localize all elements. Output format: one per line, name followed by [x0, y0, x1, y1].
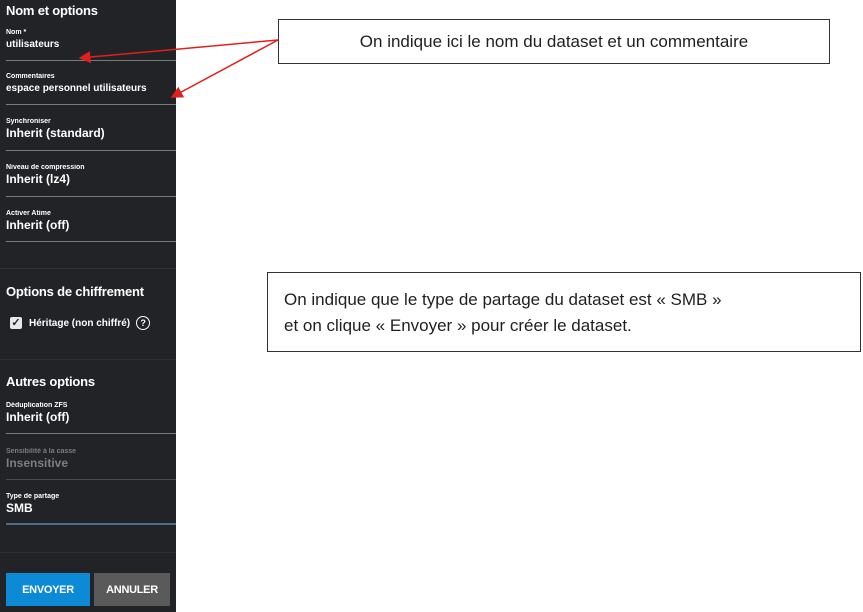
annotation-arrows — [78, 39, 279, 98]
